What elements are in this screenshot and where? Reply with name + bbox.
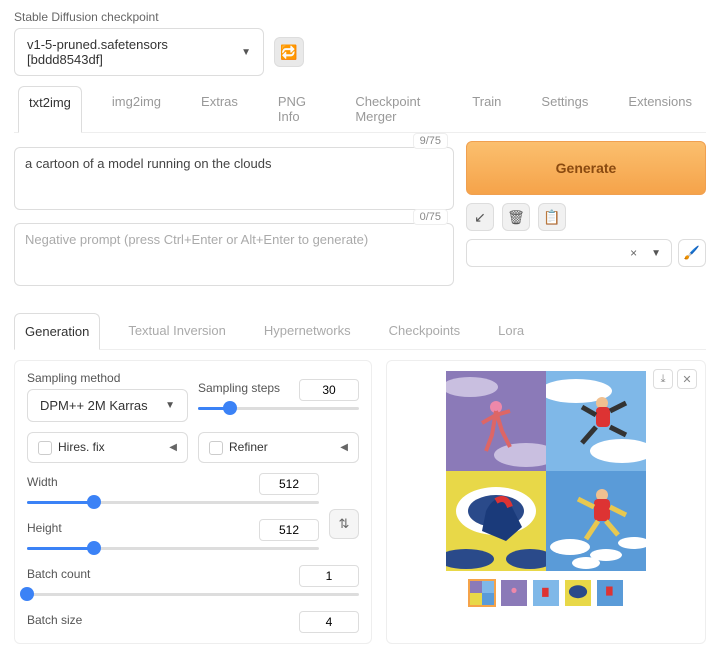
swap-dimensions-button[interactable]: ⇅ [329, 509, 359, 539]
trash-icon: 🗑 [507, 209, 525, 226]
tab-checkpoint-merger[interactable]: Checkpoint Merger [345, 86, 442, 132]
download-icon: ⤓ [661, 373, 666, 386]
tab-pnginfo[interactable]: PNG Info [268, 86, 325, 132]
main-tabs: txt2img img2img Extras PNG Info Checkpoi… [14, 86, 706, 133]
sampling-method-select[interactable]: DPM++ 2M Karras ▼ [27, 389, 188, 422]
batch-count-label: Batch count [27, 567, 90, 581]
batch-size-label: Batch size [27, 613, 82, 627]
width-slider[interactable] [27, 495, 319, 509]
tab-extensions[interactable]: Extensions [618, 86, 702, 132]
output-gallery: ⤓ ✕ [386, 360, 706, 644]
height-input[interactable] [259, 519, 319, 541]
paste-button[interactable]: 📋 [538, 203, 566, 231]
height-label: Height [27, 521, 62, 535]
width-label: Width [27, 475, 58, 489]
tab-extras[interactable]: Extras [191, 86, 248, 132]
gallery-thumb[interactable] [500, 579, 528, 607]
width-input[interactable] [259, 473, 319, 495]
close-icon: ✕ [682, 373, 691, 386]
prompt-token-count: 9/75 [413, 133, 448, 149]
clear-prompt-button[interactable]: 🗑 [502, 203, 530, 231]
generation-subtabs: Generation Textual Inversion Hypernetwor… [14, 313, 706, 350]
tab-txt2img[interactable]: txt2img [18, 86, 82, 133]
sampling-method-value: DPM++ 2M Karras [40, 398, 148, 413]
brush-icon: 🖌️ [684, 245, 700, 261]
chevron-down-icon: ▼ [651, 248, 661, 259]
hires-fix-label: Hires. fix [58, 440, 105, 454]
checkbox-icon [38, 441, 52, 455]
subtab-generation[interactable]: Generation [14, 313, 100, 350]
styles-clear[interactable]: × [630, 246, 637, 260]
refresh-checkpoint-button[interactable]: 🔁 [274, 37, 304, 67]
chevron-down-icon: ▼ [241, 47, 251, 58]
height-slider[interactable] [27, 541, 319, 555]
batch-count-slider[interactable] [27, 587, 359, 601]
interrogate-button[interactable]: ↙ [466, 203, 494, 231]
close-gallery-button[interactable]: ✕ [677, 369, 697, 389]
edit-styles-button[interactable]: 🖌️ [678, 239, 706, 267]
subtab-lora[interactable]: Lora [488, 313, 534, 349]
styles-select[interactable]: × ▼ [466, 239, 672, 267]
tab-train[interactable]: Train [462, 86, 511, 132]
batch-count-input[interactable] [299, 565, 359, 587]
subtab-hypernetworks[interactable]: Hypernetworks [254, 313, 361, 349]
sampling-steps-label: Sampling steps [198, 381, 280, 395]
neg-prompt-token-count: 0/75 [413, 209, 448, 225]
sampling-steps-input[interactable] [299, 379, 359, 401]
arrow-icon: ↙ [474, 209, 486, 226]
chevron-down-icon: ▼ [165, 400, 175, 411]
sampling-steps-slider[interactable] [198, 401, 359, 415]
checkpoint-value: v1-5-pruned.safetensors [bddd8543df] [27, 37, 233, 67]
swap-icon: ⇅ [339, 516, 350, 532]
hires-fix-toggle[interactable]: Hires. fix ◀ [27, 432, 188, 463]
result-grid-image[interactable] [446, 371, 646, 571]
triangle-left-icon: ◀ [340, 442, 348, 453]
prompt-input[interactable]: a cartoon of a model running on the clou… [14, 147, 454, 210]
checkbox-icon [209, 441, 223, 455]
generate-button[interactable]: Generate [466, 141, 706, 195]
tab-settings[interactable]: Settings [531, 86, 598, 132]
sampling-method-label: Sampling method [27, 371, 188, 385]
refiner-label: Refiner [229, 440, 268, 454]
gallery-thumb[interactable] [468, 579, 496, 607]
download-image-button[interactable]: ⤓ [653, 369, 673, 389]
refresh-icon: 🔁 [280, 44, 297, 61]
checkpoint-select[interactable]: v1-5-pruned.safetensors [bddd8543df] ▼ [14, 28, 264, 76]
gallery-thumb[interactable] [532, 579, 560, 607]
tab-img2img[interactable]: img2img [102, 86, 171, 132]
refiner-toggle[interactable]: Refiner ◀ [198, 432, 359, 463]
clipboard-icon: 📋 [543, 209, 560, 226]
gallery-thumb[interactable] [596, 579, 624, 607]
subtab-checkpoints[interactable]: Checkpoints [379, 313, 471, 349]
gallery-thumb[interactable] [564, 579, 592, 607]
subtab-textual-inversion[interactable]: Textual Inversion [118, 313, 236, 349]
triangle-left-icon: ◀ [169, 442, 177, 453]
negative-prompt-input[interactable] [14, 223, 454, 286]
batch-size-input[interactable] [299, 611, 359, 633]
checkpoint-label: Stable Diffusion checkpoint [14, 10, 706, 24]
